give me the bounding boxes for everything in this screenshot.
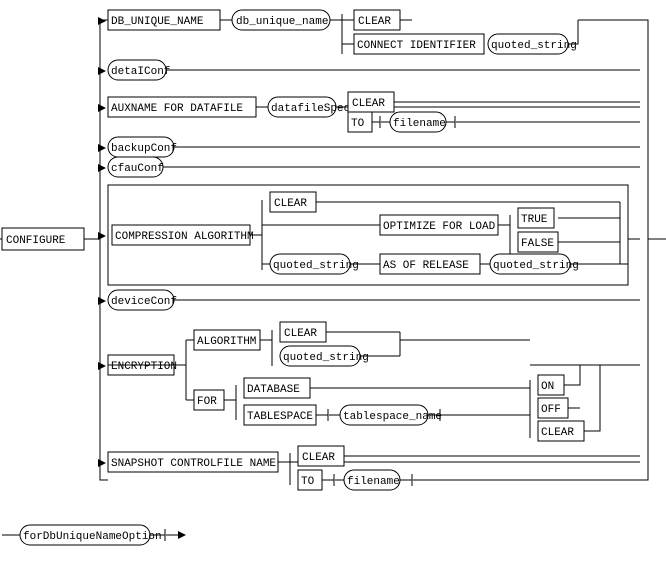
clear6-label: CLEAR (302, 452, 335, 464)
db-unique-name-val: db_unique_name (236, 16, 328, 28)
row5-arrow (98, 164, 106, 172)
for-db-unique-name-option-label: forDbUniqueNameOption (23, 531, 162, 543)
cfau-conf-label: cfauConf (111, 163, 164, 175)
quoted-string3-label: quoted_string (273, 260, 359, 272)
clear1-label: CLEAR (358, 16, 391, 28)
connect-identifier-label: CONNECT IDENTIFIER (357, 40, 476, 52)
quoted-string2-label: quoted_string (493, 260, 579, 272)
backup-conf-label: backupConf (111, 143, 177, 155)
false-label: FALSE (521, 238, 554, 250)
configure-label: CONFIGURE (6, 235, 66, 247)
on-label: ON (541, 381, 554, 393)
clear5-label: CLEAR (541, 427, 574, 439)
diagram-svg: CONFIGURE DB_UNIQUE_NAME db_unique_name … (0, 0, 666, 562)
auxname-label: AUXNAME FOR DATAFILE (111, 103, 243, 115)
quoted-string4-label: quoted_string (283, 352, 369, 364)
row3-arrow (98, 104, 106, 112)
algorithm-label: ALGORITHM (197, 336, 256, 348)
clear2-label: CLEAR (352, 98, 385, 110)
row4-arrow (98, 144, 106, 152)
to2-label: TO (301, 476, 315, 488)
quoted-string1-label: quoted_string (491, 40, 577, 52)
clear4-label: CLEAR (284, 328, 317, 340)
row9-arrow (98, 459, 106, 467)
row2-arrow (98, 67, 106, 75)
exit-arrow (178, 531, 186, 539)
for-label: FOR (197, 396, 217, 408)
detail-conf-label: detaIConf (111, 66, 170, 78)
encryption-label: ENCRYPTION (111, 361, 177, 373)
optimize-for-load-label: OPTIMIZE FOR LOAD (383, 221, 496, 233)
filename1-label: filename (393, 118, 446, 130)
datafile-spec-label: datafileSpec (271, 103, 350, 115)
tablespace-label: TABLESPACE (247, 411, 313, 423)
db-unique-name-kw: DB_UNIQUE_NAME (111, 16, 204, 28)
tablespace-name-label: tablespace_name (343, 411, 442, 423)
off-label: OFF (541, 404, 561, 416)
filename2-label: filename (347, 476, 400, 488)
to-label: TO (351, 118, 365, 130)
snapshot-controlfile-name-label: SNAPSHOT CONTROLFILE NAME (111, 458, 276, 470)
database-label: DATABASE (247, 384, 300, 396)
clear3-label: CLEAR (274, 198, 307, 210)
row8-arrow (98, 362, 106, 370)
row7-arrow (98, 297, 106, 305)
as-of-release-label: AS OF RELEASE (383, 260, 469, 272)
true-label: TRUE (521, 214, 548, 226)
row1-arrow (98, 17, 106, 25)
row6-arrow (98, 232, 106, 240)
compression-algorithm-label: COMPRESSION ALGORITHM (115, 231, 254, 243)
device-conf-label: deviceConf (111, 296, 177, 308)
